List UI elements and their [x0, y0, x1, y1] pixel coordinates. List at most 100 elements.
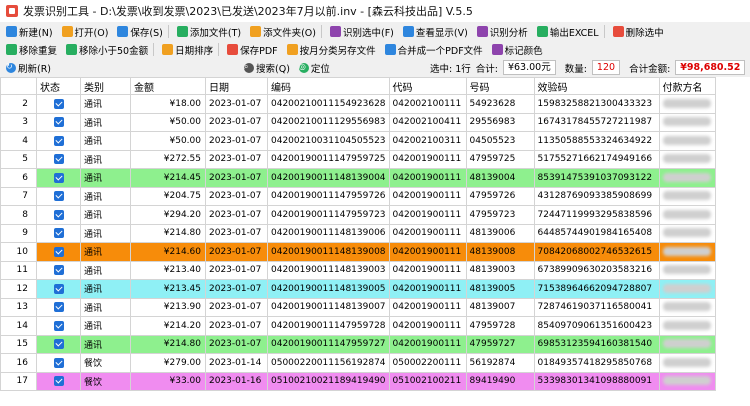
toolbar1-button-0[interactable]: 新建(N)	[6, 25, 53, 39]
checkbox-checked-icon[interactable]	[53, 246, 64, 257]
checkbox-checked-icon[interactable]	[53, 302, 64, 312]
total-label: 合计:	[475, 63, 498, 75]
table-row[interactable]: 6 通讯 ¥214.45 2023-01-07 04200190011148139004…	[0, 168, 716, 188]
status-checkbox[interactable]	[36, 334, 81, 354]
date-col-header[interactable]: 日期	[205, 77, 268, 95]
check-col-header[interactable]: 效验码	[533, 77, 660, 95]
toolbar1-button-7[interactable]: 识别分析	[476, 25, 528, 39]
status-checkbox[interactable]	[36, 112, 81, 132]
checkbox-checked-icon[interactable]	[53, 357, 64, 368]
status-checkbox[interactable]	[36, 205, 81, 225]
checkbox-checked-icon[interactable]	[53, 135, 64, 146]
payer-name-redacted	[662, 302, 711, 312]
table-row[interactable]: 9 通讯 ¥214.80 2023-01-07 04200190011148139006…	[0, 223, 716, 243]
toolbar2-button-2[interactable]: 日期排序	[162, 43, 213, 57]
index-col-header[interactable]	[0, 77, 37, 95]
toolbar2-button-5[interactable]: 合并成一个PDF文件	[384, 43, 483, 57]
status-checkbox[interactable]	[36, 260, 81, 280]
table-row[interactable]: 17 餐饮 ¥33.00 2023-01-16 05100210021189419490…	[0, 371, 716, 391]
check-code-cell: 43128769093385908699	[533, 186, 660, 206]
checkbox-checked-icon[interactable]	[53, 191, 64, 201]
status-checkbox[interactable]	[36, 186, 81, 206]
toolbar2-button-1[interactable]: 移除小于50金额	[66, 43, 148, 57]
checkbox-checked-icon[interactable]	[53, 376, 64, 386]
toolbar1-button-3[interactable]: 添加文件(T)	[176, 25, 241, 39]
toolbar2-button-6[interactable]: 标记颜色	[491, 43, 543, 57]
daima-col-header[interactable]: 代码	[388, 77, 467, 95]
table-row[interactable]: 14 通讯 ¥214.20 2023-01-07 0420019001114795972…	[0, 316, 716, 336]
checkbox-checked-icon[interactable]	[53, 228, 64, 238]
table-row[interactable]: 10 通讯 ¥214.60 2023-01-07 0420019001114813900…	[0, 242, 716, 262]
search-button[interactable]: ⌕ 搜索(Q)	[244, 61, 290, 75]
invoice-grid[interactable]: 状态 类别 金额 日期 编码 代码 号码 效验码 付款方名 2 通讯 ¥18.00 2023-01-0…	[0, 77, 750, 406]
status-checkbox[interactable]	[36, 297, 81, 317]
checkbox-checked-icon[interactable]	[53, 172, 64, 183]
status-checkbox[interactable]	[36, 223, 81, 243]
toolbar1-button-8[interactable]: 输出EXCEL	[536, 25, 599, 39]
status-checkbox[interactable]	[36, 316, 81, 336]
table-row[interactable]: 7 通讯 ¥204.75 2023-01-07 04200190011147959726…	[0, 186, 716, 206]
status-checkbox[interactable]	[36, 353, 81, 373]
status-checkbox[interactable]	[36, 94, 81, 114]
total-value: ¥63.00元	[502, 60, 556, 75]
status-checkbox[interactable]	[36, 279, 81, 299]
amount-col-header[interactable]: 金额	[130, 77, 206, 95]
checkbox-checked-icon[interactable]	[53, 209, 64, 220]
table-row[interactable]: 12 通讯 ¥213.45 2023-01-07 0420019001114813900…	[0, 279, 716, 299]
locate-icon: ◎	[298, 62, 309, 73]
status-col-header[interactable]: 状态	[36, 77, 81, 95]
status-checkbox[interactable]	[36, 149, 81, 169]
category-cell: 通讯	[80, 223, 131, 243]
checkbox-checked-icon[interactable]	[53, 154, 64, 164]
amount-cell: ¥214.60	[130, 242, 206, 262]
table-row[interactable]: 11 通讯 ¥213.40 2023-01-07 0420019001114813900…	[0, 260, 716, 280]
toolbar1-button-5[interactable]: 识别选中(F)	[329, 25, 394, 39]
checkbox-checked-icon[interactable]	[53, 320, 64, 331]
table-row[interactable]: 8 通讯 ¥294.20 2023-01-07 04200190011147959723…	[0, 205, 716, 225]
toolbar1-button-2[interactable]: 保存(S)	[117, 25, 163, 39]
status-checkbox[interactable]	[36, 371, 81, 391]
status-checkbox[interactable]	[36, 242, 81, 262]
category-col-header[interactable]: 类别	[80, 77, 131, 95]
selected-rows-text: 选中: 1行	[430, 63, 471, 75]
refresh-button[interactable]: ↻ 刷新(R)	[6, 61, 51, 75]
toolbar2-button-4[interactable]: 按月分类另存文件	[286, 43, 376, 57]
checkbox-checked-icon[interactable]	[53, 339, 64, 349]
category-cell: 通讯	[80, 334, 131, 354]
toolbar1-button-6[interactable]: 查看显示(V)	[402, 25, 468, 39]
status-checkbox[interactable]	[36, 131, 81, 151]
invoice-table: 状态 类别 金额 日期 编码 代码 号码 效验码 付款方名 2 通讯 ¥18.00 2023-01-0…	[0, 77, 716, 391]
table-row[interactable]: 13 通讯 ¥213.90 2023-01-07 0420019001114813900…	[0, 297, 716, 317]
checkbox-checked-icon[interactable]	[53, 98, 64, 109]
toolbar1-button-9[interactable]: 删除选中	[612, 25, 664, 39]
sum-label: 合计金额:	[629, 63, 671, 75]
toolbar2-button-0[interactable]: 移除重复	[6, 43, 57, 57]
code-col-header[interactable]: 编码	[267, 77, 390, 95]
table-row[interactable]: 3 通讯 ¥50.00 2023-01-07 04200210011129556983 0…	[0, 112, 716, 132]
daima-cell: 042002100411	[388, 112, 467, 132]
table-row[interactable]: 5 通讯 ¥272.55 2023-01-07 04200190011147959725…	[0, 149, 716, 169]
haoma-col-header[interactable]: 号码	[465, 77, 535, 95]
category-cell: 通讯	[80, 316, 131, 336]
check-code-cell: 64485744901984165408	[533, 223, 660, 243]
code-cell: 04200190011148139007	[267, 297, 390, 317]
checkbox-checked-icon[interactable]	[53, 265, 64, 275]
add-folder-icon	[250, 26, 262, 37]
toolbar2-button-3[interactable]: 保存PDF	[227, 43, 278, 57]
locate-button[interactable]: ◎ 定位	[298, 61, 330, 75]
table-row[interactable]: 2 通讯 ¥18.00 2023-01-07 042002100111549236​28…	[0, 94, 716, 114]
toolbar-separator	[320, 25, 322, 38]
checkbox-checked-icon[interactable]	[53, 117, 64, 127]
code-cell: 04200190011148139004	[267, 168, 390, 188]
check-code-cell: 85391475391037093122	[533, 168, 660, 188]
toolbar1-button-1[interactable]: 打开(O)	[61, 25, 108, 39]
checkbox-checked-icon[interactable]	[53, 283, 64, 294]
daima-cell: 042001900111	[388, 205, 467, 225]
status-checkbox[interactable]	[36, 168, 81, 188]
table-row[interactable]: 4 通讯 ¥50.00 2023-01-07 04200210031104505523 0…	[0, 131, 716, 151]
table-row[interactable]: 15 通讯 ¥214.80 2023-01-07 0420019001114795972…	[0, 334, 716, 354]
toolbar1-button-4[interactable]: 添文件夹(O)	[250, 25, 316, 39]
table-row[interactable]: 16 餐饮 ¥279.00 2023-01-14 0500022001115619287…	[0, 353, 716, 373]
payer-col-header[interactable]: 付款方名	[658, 77, 716, 95]
date-cell: 2023-01-07	[205, 242, 268, 262]
